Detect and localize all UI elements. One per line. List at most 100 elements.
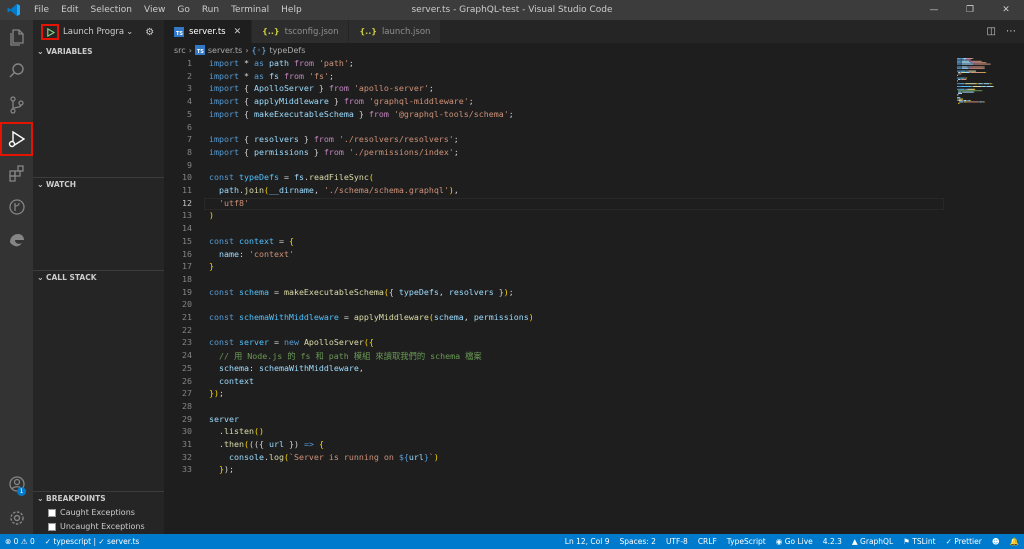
code-line[interactable]: 31 .then((({ url }) => { [164,439,324,452]
checkbox[interactable] [48,522,56,531]
tab-server-ts[interactable]: TS server.ts ✕ [164,20,253,43]
code-line[interactable]: 14 [164,223,192,236]
code-text: .then((({ url }) => { [209,439,324,449]
watch-section-header[interactable]: ⌄ WATCH [33,177,164,191]
end-of-line[interactable]: CRLF [693,537,722,546]
feedback-icon[interactable]: ☻ [987,537,1005,546]
menu-item[interactable]: Go [171,0,195,20]
code-line[interactable]: 15 const context = { [164,236,294,249]
breadcrumb-folder[interactable]: src [174,46,186,55]
tab-launch-json[interactable]: {..} launch.json [349,20,442,43]
code-line[interactable]: 24 // 用 Node.js 的 fs 和 path 模組 來讀取我們的 sc… [164,350,482,363]
code-line[interactable]: 28 [164,401,192,414]
minimap-token [977,63,990,65]
code-line[interactable]: 12 'utf8' [164,198,249,211]
git-graph-icon[interactable] [0,190,33,224]
accounts-icon[interactable]: 1 [0,467,33,501]
launch-config-select[interactable]: Launch Progra ⌄ [63,27,133,37]
code-line[interactable]: 13) [164,210,214,223]
code-line[interactable]: 10 const typeDefs = fs.readFileSync( [164,172,374,185]
variables-section-header[interactable]: ⌄ VARIABLES [33,44,164,58]
minimap-token [958,73,962,75]
menu-item[interactable]: View [138,0,171,20]
indentation[interactable]: Spaces: 2 [614,537,660,546]
restore-button[interactable]: ❐ [952,0,988,20]
breakpoints-section-header[interactable]: ⌄ BREAKPOINTS [33,491,164,505]
code-line[interactable]: 16 name: 'context' [164,249,294,262]
close-button[interactable]: ✕ [988,0,1024,20]
code-line[interactable]: 11 path.join(__dirname, './schema/schema… [164,185,459,198]
menu-item[interactable]: Help [275,0,308,20]
code-line[interactable]: 8 import { permissions } from './permissi… [164,147,459,160]
menu-bar: File Edit Selection View Go Run Terminal Help [28,0,308,20]
breadcrumb-symbol[interactable]: typeDefs [269,46,305,55]
call-stack-section-header[interactable]: ⌄ CALL STACK [33,270,164,284]
code-line[interactable]: 18 [164,274,192,287]
encoding[interactable]: UTF-8 [661,537,693,546]
code-line[interactable]: 29 server [164,414,239,427]
language-select[interactable]: TypeScript [722,537,771,546]
cursor-position[interactable]: Ln 12, Col 9 [560,537,615,546]
split-editor-icon[interactable]: ◫ [987,26,996,37]
source-control-icon[interactable] [0,88,33,122]
menu-item[interactable]: File [28,0,55,20]
checkbox[interactable] [48,508,56,517]
code-line[interactable]: 1 import * as path from 'path'; [164,58,354,71]
code-line[interactable]: 7 import { resolvers } from './resolvers/… [164,134,459,147]
code-line[interactable]: 4 import { applyMiddleware } from 'graphq… [164,96,474,109]
code-line[interactable]: 6 [164,122,192,135]
notifications-bell-icon[interactable]: 🔔 [1005,537,1024,546]
code-line[interactable]: 32 console.log(`Server is running on ${u… [164,452,439,465]
code-token: . [209,426,224,437]
run-debug-icon[interactable] [0,122,33,156]
menu-item[interactable]: Edit [55,0,84,20]
code-line[interactable]: 22 [164,325,192,338]
more-actions-icon[interactable]: ⋯ [1006,26,1016,37]
code-line[interactable]: 23 const server = new ApolloServer({ [164,337,374,350]
minimap[interactable] [955,57,1015,107]
code-line[interactable]: 19 const schema = makeExecutableSchema({ … [164,287,514,300]
code-editor[interactable]: 1 import * as path from 'path'; 2 import * … [164,57,1024,534]
code-token: // 用 Node.js 的 fs 和 path 模組 來讀取我們的 schem… [219,351,482,362]
search-icon[interactable] [0,54,33,88]
go-live-button[interactable]: ◉ Go Live [771,537,818,546]
graphql-status[interactable]: ▲ GraphQL [847,537,898,546]
start-debugging-button[interactable] [41,24,59,40]
code-line[interactable]: 20 [164,299,192,312]
menu-item[interactable]: Terminal [225,0,275,20]
menu-item[interactable]: Selection [85,0,138,20]
code-line[interactable]: 30 .listen() [164,426,264,439]
tab-tsconfig-json[interactable]: {..} tsconfig.json [252,20,350,43]
code-line[interactable]: 25 schema: schemaWithMiddleware, [164,363,364,376]
code-line[interactable]: 33 }); [164,464,234,477]
code-token: url [408,451,424,462]
minimize-button[interactable]: — [916,0,952,20]
code-token: as [253,70,269,81]
problems-indicator[interactable]: ⊗ 0 ⚠ 0 [0,537,40,546]
code-line[interactable]: 3 import { ApolloServer } from 'apollo-se… [164,83,434,96]
code-line[interactable]: 5 import { makeExecutableSchema } from '@… [164,109,514,122]
breadcrumb-file[interactable]: server.ts [208,46,242,55]
code-line[interactable]: 9 [164,160,192,173]
code-line[interactable]: 21 const schemaWithMiddleware = applyMidd… [164,312,534,325]
breakpoint-item[interactable]: Uncaught Exceptions [48,522,145,531]
breakpoint-item[interactable]: Caught Exceptions [48,508,135,517]
code-line[interactable]: 27}); [164,388,224,401]
language-mode-indicator[interactable]: ✓ typescript | ✓ server.ts [40,537,145,546]
extensions-icon[interactable] [0,156,33,190]
menu-item[interactable]: Run [196,0,225,20]
minimap-token [969,58,973,59]
prettier-label: Prettier [954,537,982,546]
close-icon[interactable]: ✕ [234,27,242,37]
edge-browser-icon[interactable] [0,224,33,258]
prettier-status[interactable]: ✓ Prettier [941,537,987,546]
ts-version[interactable]: 4.2.3 [818,537,847,546]
code-line[interactable]: 2 import * as fs from 'fs'; [164,71,334,84]
gear-icon[interactable]: ⚙ [145,27,154,38]
manage-gear-icon[interactable] [0,501,33,535]
code-line[interactable]: 17} [164,261,214,274]
explorer-icon[interactable] [0,20,33,54]
tslint-status[interactable]: ⚑ TSLint [898,537,940,546]
code-line[interactable]: 26 context [164,376,254,389]
